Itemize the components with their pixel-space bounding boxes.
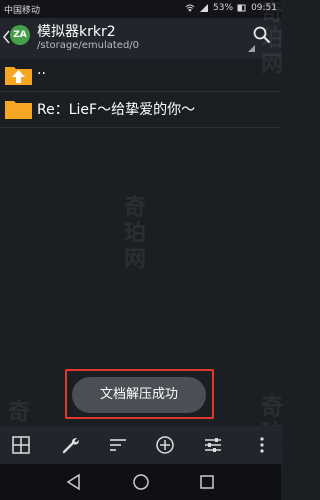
folder-up-icon [5, 67, 32, 85]
wrench-icon[interactable] [61, 435, 81, 455]
path-dropdown-icon[interactable] [248, 45, 255, 52]
signal-icon [200, 4, 209, 12]
bottom-toolbar [0, 426, 281, 464]
folder-icon [5, 101, 32, 119]
home-nav-icon[interactable] [132, 473, 150, 491]
grid-view-icon[interactable] [11, 435, 31, 455]
back-nav-icon[interactable] [65, 473, 83, 491]
toast-message: 文档解压成功 [72, 377, 206, 413]
watermark: 奇珀网 [120, 195, 145, 273]
status-icons: 53% 09:51 [185, 3, 277, 13]
wifi-icon [185, 4, 195, 12]
battery-icon [237, 4, 246, 12]
more-icon[interactable] [252, 435, 272, 455]
battery-percent: 53% [213, 3, 234, 13]
file-name: .. [37, 62, 46, 78]
app-header: ZA 模拟器krkr2 /storage/emulated/0 [0, 18, 281, 58]
file-list-item[interactable]: Re：LieF～给挚爱的你～ [0, 92, 281, 128]
back-arrow-icon[interactable] [2, 29, 10, 45]
recents-nav-icon[interactable] [198, 473, 216, 491]
clock: 09:51 [251, 3, 277, 13]
settings-sliders-icon[interactable] [203, 435, 223, 455]
parent-folder-row[interactable]: .. [0, 58, 281, 92]
system-nav-bar [0, 464, 281, 500]
carrier-label: 中国移动 [4, 6, 41, 16]
app-logo-icon: ZA [10, 25, 30, 45]
sort-icon[interactable] [108, 435, 128, 455]
file-list: .. Re：LieF～给挚爱的你～ [0, 58, 281, 128]
status-bar: 中国移动 53% 09:51 [0, 0, 281, 18]
file-name: Re：LieF～给挚爱的你～ [37, 102, 196, 118]
header-title: 模拟器krkr2 [37, 24, 116, 40]
add-icon[interactable] [155, 435, 175, 455]
search-icon[interactable] [253, 26, 271, 44]
current-path: /storage/emulated/0 [37, 40, 140, 51]
